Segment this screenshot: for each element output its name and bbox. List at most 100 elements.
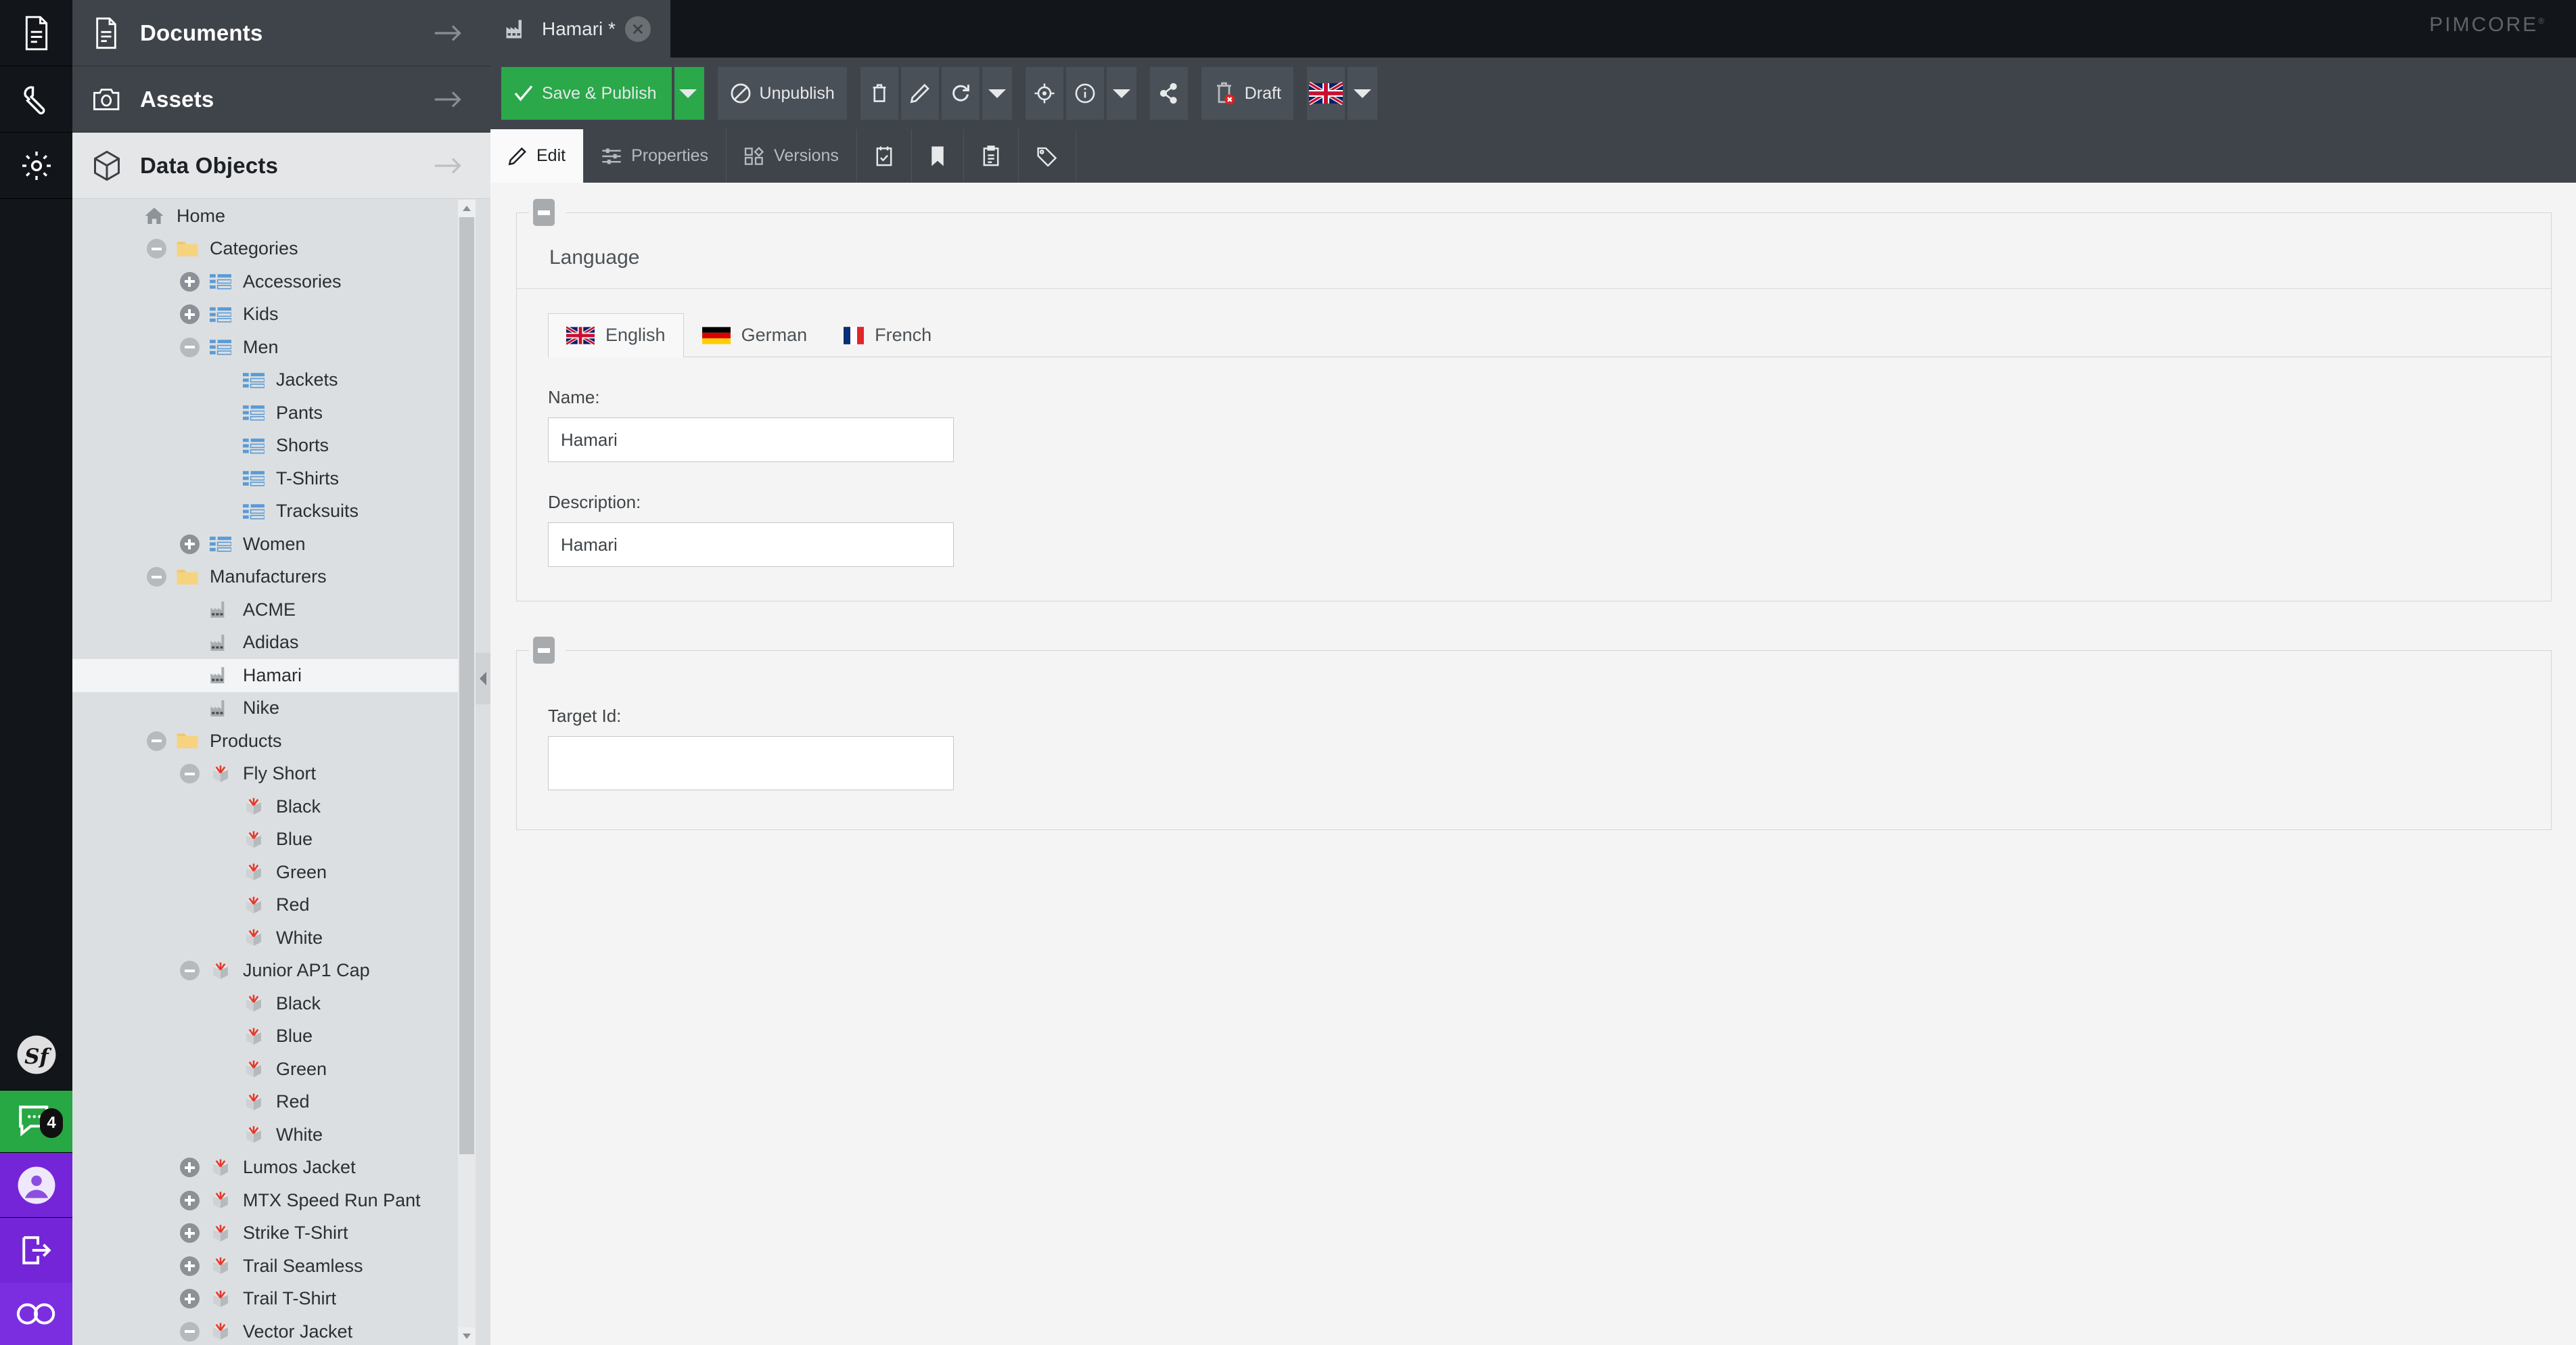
tree-expand-icon[interactable] [174, 528, 205, 560]
infinity-icon[interactable] [0, 1283, 72, 1345]
tree-item-t-shirts[interactable]: T-Shirts [72, 462, 490, 495]
tools-rail-icon[interactable] [0, 66, 72, 133]
user-avatar-icon[interactable] [0, 1153, 72, 1218]
tree-item-trail-t-shirt[interactable]: Trail T-Shirt [72, 1283, 490, 1316]
tree-item-white[interactable]: White [72, 1118, 490, 1152]
tree-item-hamari[interactable]: Hamari [72, 659, 490, 692]
sidebar-item-data-objects[interactable]: Data Objects [72, 133, 490, 199]
save-publish-menu-button[interactable] [674, 67, 704, 120]
tree-item-home[interactable]: Home [72, 200, 490, 233]
tree-item-tracksuits[interactable]: Tracksuits [72, 495, 490, 528]
tree-collapse-icon[interactable] [174, 758, 205, 790]
close-icon[interactable] [624, 16, 651, 42]
unpublish-button[interactable]: Unpublish [717, 67, 847, 120]
notifications-button[interactable]: 4 [0, 1091, 72, 1153]
tree-item-fly-short[interactable]: Fly Short [72, 758, 490, 791]
tree-item-jackets[interactable]: Jackets [72, 364, 490, 397]
fieldset-collapse-toggle[interactable] [533, 637, 555, 664]
reload-button[interactable] [941, 67, 980, 120]
tree-item-strike-t-shirt[interactable]: Strike T-Shirt [72, 1217, 490, 1250]
notification-badge: 4 [40, 1108, 63, 1138]
language-menu-button[interactable] [1347, 67, 1377, 120]
lang-tab-english[interactable]: English [548, 313, 684, 357]
tree-collapse-icon[interactable] [174, 332, 205, 363]
tree-item-vector-jacket[interactable]: Vector Jacket [72, 1315, 490, 1345]
tree-item-junior-ap1-cap[interactable]: Junior AP1 Cap [72, 955, 490, 988]
tree-item-label: Trail T-Shirt [243, 1288, 337, 1309]
tree-expand-icon[interactable] [174, 266, 205, 297]
scroll-up-icon[interactable] [458, 200, 476, 217]
tree-expand-icon[interactable] [174, 1283, 205, 1315]
name-input[interactable] [548, 417, 954, 462]
tab-bookmark[interactable] [912, 129, 964, 183]
tree-item-black[interactable]: Black [72, 987, 490, 1020]
info-button[interactable] [1065, 67, 1104, 120]
tree-item-pants[interactable]: Pants [72, 396, 490, 430]
tree-item-men[interactable]: Men [72, 331, 490, 364]
tab-properties[interactable]: Properties [584, 129, 727, 183]
tree-collapse-icon[interactable] [141, 233, 172, 265]
tree-expand-icon[interactable] [174, 1218, 205, 1249]
info-menu-button[interactable] [1106, 67, 1136, 120]
target-id-input[interactable] [548, 736, 954, 790]
tree-item-black[interactable]: Black [72, 790, 490, 823]
sidebar-collapse-handle[interactable] [476, 653, 490, 704]
tree-item-shorts[interactable]: Shorts [72, 430, 490, 463]
locate-button[interactable] [1025, 67, 1063, 120]
tree-item-nike[interactable]: Nike [72, 692, 490, 725]
tree-expand-icon[interactable] [174, 299, 205, 330]
tab-tags[interactable] [1019, 129, 1076, 183]
tree-scrollbar[interactable] [458, 200, 476, 1345]
scrollbar-thumb[interactable] [459, 217, 474, 1154]
tree-collapse-icon[interactable] [141, 725, 172, 756]
tree-item-white[interactable]: White [72, 921, 490, 955]
reload-menu-button[interactable] [982, 67, 1012, 120]
tree-collapse-icon[interactable] [141, 562, 172, 593]
delete-button[interactable] [860, 67, 898, 120]
scroll-down-icon[interactable] [458, 1327, 476, 1345]
sidebar-item-documents[interactable]: Documents [72, 0, 490, 66]
tree-item-women[interactable]: Women [72, 528, 490, 561]
tree-collapse-icon[interactable] [174, 1316, 205, 1345]
gear-icon[interactable] [0, 133, 72, 199]
tree-item-mtx-speed-run-pant[interactable]: MTX Speed Run Pant [72, 1184, 490, 1217]
share-button[interactable] [1149, 67, 1188, 120]
draft-button[interactable]: Draft [1201, 67, 1293, 120]
sidebar-item-assets[interactable]: Assets [72, 66, 490, 133]
language-flag-button[interactable] [1306, 67, 1345, 120]
symfony-logo-icon[interactable]: Sf [0, 1020, 72, 1091]
tree-item-accessories[interactable]: Accessories [72, 265, 490, 298]
tree-item-green[interactable]: Green [72, 1053, 490, 1086]
tree-item-lumos-jacket[interactable]: Lumos Jacket [72, 1152, 490, 1185]
tab-edit[interactable]: Edit [490, 129, 584, 183]
tree-item-manufacturers[interactable]: Manufacturers [72, 561, 490, 594]
logout-arrow-icon[interactable] [0, 1218, 72, 1283]
tree-item-red[interactable]: Red [72, 1086, 490, 1119]
tree-item-red[interactable]: Red [72, 889, 490, 922]
tree-item-kids[interactable]: Kids [72, 298, 490, 332]
rename-button[interactable] [900, 67, 939, 120]
fieldset-collapse-toggle[interactable] [533, 199, 555, 226]
tree-item-categories[interactable]: Categories [72, 233, 490, 266]
lang-tab-german[interactable]: German [684, 313, 826, 357]
tree-item-blue[interactable]: Blue [72, 1020, 490, 1053]
document-tab-hamari[interactable]: Hamari * [490, 0, 670, 58]
tree-expand-icon[interactable] [174, 1152, 205, 1183]
tree-item-acme[interactable]: ACME [72, 593, 490, 626]
documents-rail-icon[interactable] [0, 0, 72, 66]
tree-expand-icon[interactable] [174, 1250, 205, 1281]
tree-item-trail-seamless[interactable]: Trail Seamless [72, 1250, 490, 1283]
tab-notes[interactable] [964, 129, 1019, 183]
tree-collapse-icon[interactable] [174, 955, 205, 986]
description-input[interactable] [548, 522, 954, 567]
tree-item-blue[interactable]: Blue [72, 823, 490, 857]
tree-item-green[interactable]: Green [72, 856, 490, 889]
tab-schedule[interactable] [857, 129, 912, 183]
tree-item-adidas[interactable]: Adidas [72, 626, 490, 660]
tab-versions[interactable]: Versions [727, 129, 857, 183]
lang-tab-french[interactable]: French [825, 313, 950, 357]
save-publish-button[interactable]: Save & Publish [501, 67, 672, 120]
tree-expand-icon[interactable] [174, 1185, 205, 1216]
tree-item-products[interactable]: Products [72, 725, 490, 758]
object-tree[interactable]: Home Categories Accessories Kids Men Jackets P… [72, 200, 490, 1345]
